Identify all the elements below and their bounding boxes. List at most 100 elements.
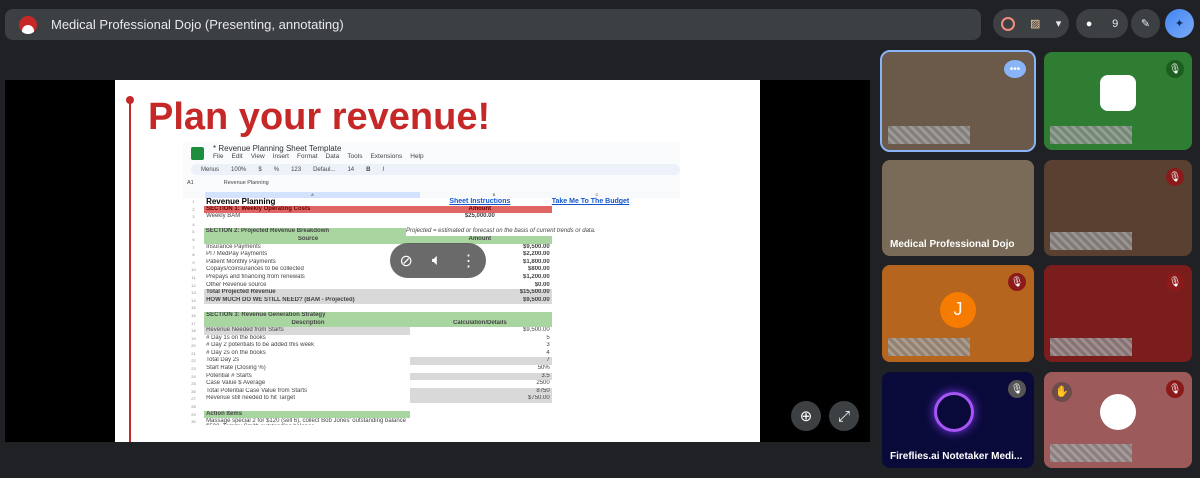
cell-a[interactable]: Other Revenue source	[204, 282, 410, 290]
percent-button[interactable]: %	[274, 167, 279, 173]
menu-help[interactable]: Help	[410, 153, 423, 160]
cell-b[interactable]	[410, 418, 552, 425]
people-button[interactable]: ● 9	[1076, 9, 1128, 38]
cell-c[interactable]	[552, 388, 680, 396]
cell-b[interactable]: 2500	[410, 380, 552, 388]
formula-value[interactable]: Revenue Planning	[224, 180, 269, 186]
menu-extensions[interactable]: Extensions	[370, 153, 402, 160]
cell-a[interactable]	[204, 403, 410, 411]
cell-a[interactable]	[204, 304, 410, 312]
screen-share-off-icon[interactable]: ▨	[1030, 17, 1040, 30]
cell-c[interactable]	[552, 274, 680, 282]
more-options-icon[interactable]: •••	[1004, 60, 1026, 78]
participant-tile[interactable]: 🎙︎ ✋	[1044, 372, 1192, 468]
format-button[interactable]: 123	[291, 167, 301, 173]
menu-tools[interactable]: Tools	[347, 153, 362, 160]
cell-b[interactable]: 50%	[410, 365, 552, 373]
cell-a[interactable]: # Day 2s on the books	[204, 350, 410, 358]
cell-b[interactable]: $25,000.00	[410, 213, 552, 221]
font-size[interactable]: 14	[347, 167, 354, 173]
pin-off-icon[interactable]: ⊘	[399, 251, 412, 271]
cell-a[interactable]: Revenue still needed to hit Target	[204, 395, 410, 403]
cell-ref[interactable]: A1	[187, 180, 194, 186]
cell-b[interactable]: Amount	[409, 205, 552, 214]
cell-b[interactable]: 8750	[409, 387, 552, 396]
cell-b[interactable]	[410, 403, 552, 411]
participant-tile[interactable]: J 🎙︎	[882, 265, 1034, 362]
record-icon[interactable]	[1000, 16, 1015, 31]
cell-b[interactable]: 3.5	[409, 372, 552, 381]
annotate-button[interactable]: ✎	[1131, 9, 1160, 38]
cell-c[interactable]	[552, 342, 680, 350]
cell-a[interactable]: # Day 2 potentials to be added this week	[204, 342, 410, 350]
cell-b[interactable]	[410, 304, 552, 312]
more-options-icon[interactable]: ⋮	[460, 251, 476, 271]
font-select[interactable]: Defaul...	[313, 167, 335, 173]
cell-c[interactable]	[552, 327, 680, 335]
cell-c[interactable]	[552, 411, 680, 419]
cell-c[interactable]	[552, 244, 680, 252]
cell-c[interactable]	[552, 380, 680, 388]
cell-b[interactable]: 3	[410, 342, 552, 350]
menu-file[interactable]: File	[213, 153, 223, 160]
bold-button[interactable]: B	[366, 167, 370, 173]
cell-b[interactable]: Calculation/Details	[409, 319, 552, 328]
menu-data[interactable]: Data	[326, 153, 340, 160]
participant-tile[interactable]: 🎙︎	[1044, 265, 1192, 362]
cell-a[interactable]: Patient Monthly Payments	[204, 259, 410, 267]
cell-b[interactable]: 7	[409, 357, 552, 366]
chevron-down-icon[interactable]: ▾	[1056, 17, 1062, 30]
cell-b[interactable]: 4	[410, 350, 552, 358]
cell-c[interactable]: Take Me To The Budget	[552, 198, 680, 206]
cell-c[interactable]	[552, 221, 680, 229]
cell-c[interactable]	[552, 373, 680, 381]
participant-tile[interactable]: Fireflies.ai Notetaker Medi... 🎙︎	[882, 372, 1034, 468]
menu-insert[interactable]: Insert	[273, 153, 289, 160]
currency-button[interactable]: $	[258, 167, 261, 173]
menu-edit[interactable]: Edit	[231, 153, 242, 160]
zoom-select[interactable]: 100%	[231, 167, 246, 173]
cell-a[interactable]: Total Potential Case Value from Starts	[204, 388, 410, 396]
cell-a[interactable]: Revenue Needed from Starts	[204, 327, 410, 335]
cell-b[interactable]: Projected = estimated or forecast on the…	[406, 228, 596, 236]
cell-b[interactable]: 5	[410, 335, 552, 343]
menu-format[interactable]: Format	[297, 153, 318, 160]
cell-b[interactable]: $9,500.00	[409, 296, 552, 305]
cell-a[interactable]: Description	[204, 319, 410, 328]
cell-b[interactable]	[410, 411, 552, 419]
cell-c[interactable]	[552, 312, 680, 320]
cell-b[interactable]: $15,500.00	[409, 289, 552, 297]
participant-tile[interactable]: Medical Professional Dojo	[882, 160, 1034, 256]
cell-a[interactable]: Massage special 2 for $120 (sell 6), col…	[204, 418, 410, 425]
cell-c[interactable]	[552, 403, 680, 411]
cell-c[interactable]	[552, 350, 680, 358]
cell-a[interactable]: HOW MUCH DO WE STILL NEED? (BAM - Projec…	[204, 296, 410, 305]
cell-a[interactable]: Potential # Starts	[204, 373, 410, 381]
cell-a[interactable]: Insurance Payments	[204, 244, 410, 252]
cell-a[interactable]	[204, 221, 410, 229]
cell-c[interactable]	[552, 418, 680, 425]
cell-a[interactable]: SECTION 3: Revenue Generation Strategy	[204, 311, 410, 320]
cell-c[interactable]	[552, 297, 680, 305]
cell-a[interactable]: Total Projected Revenue	[204, 289, 410, 297]
cell-b[interactable]: $0.00	[410, 282, 552, 290]
speaker-icon[interactable]: 🔈︎	[432, 252, 442, 270]
cell-a[interactable]: PI / MedPay Payments	[204, 251, 410, 259]
gemini-button[interactable]: ✦	[1165, 9, 1194, 38]
menu-search[interactable]: Menus	[201, 167, 219, 173]
cell-c[interactable]	[552, 251, 680, 259]
cell-a[interactable]: Case Value $ Average	[204, 380, 410, 388]
cell-c[interactable]	[552, 206, 680, 214]
cell-c[interactable]	[552, 266, 680, 274]
cell-a[interactable]: Revenue Planning	[204, 198, 410, 206]
cell-c[interactable]	[552, 213, 680, 221]
cell-b[interactable]	[410, 221, 552, 229]
cell-a[interactable]: SECTION 2: Projected Revenue Breakdown	[203, 228, 406, 236]
participant-tile[interactable]: •••	[880, 50, 1036, 152]
cell-b[interactable]: $750.00	[409, 395, 552, 404]
cell-a[interactable]: # Day 1s on the books	[204, 335, 410, 343]
participant-tile[interactable]: 🎙︎	[1044, 160, 1192, 256]
cell-c[interactable]	[552, 304, 680, 312]
cell-a[interactable]: Action Items	[204, 410, 410, 419]
cell-a[interactable]: Weekly BAM	[204, 213, 410, 221]
